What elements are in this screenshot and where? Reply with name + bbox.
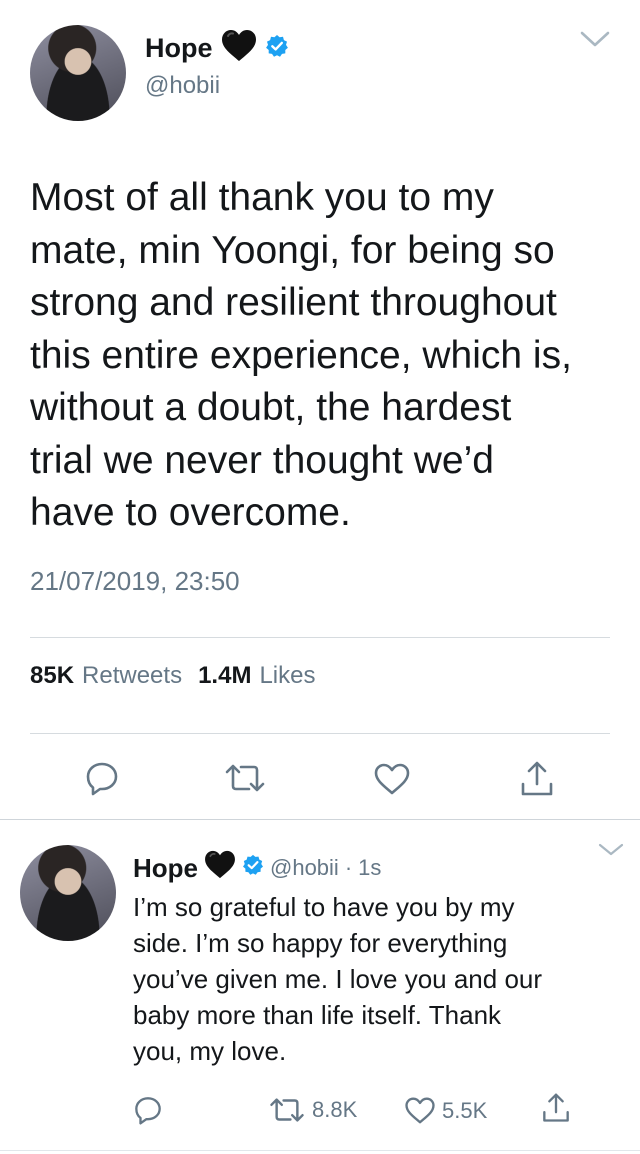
main-tweet-timestamp: 21/07/2019, 23:50	[30, 566, 240, 596]
divider	[30, 637, 610, 638]
likes-count[interactable]: 1.4M	[198, 662, 251, 690]
like-count: 5.5K	[442, 1097, 488, 1123]
divider	[30, 733, 610, 734]
verified-badge-icon	[265, 34, 289, 63]
main-tweet-text: Most of all thank you to my mate, min Yo…	[30, 176, 572, 534]
reply-tweet-text: I’m so grateful to have you by my side. …	[133, 892, 543, 1066]
divider	[0, 819, 640, 820]
like-icon	[404, 1096, 436, 1125]
black-heart-icon	[221, 29, 257, 67]
reply-tweet-handle[interactable]: @hobii	[270, 855, 339, 881]
reply-tweet-time: 1s	[358, 855, 382, 880]
reply-tweet-avatar[interactable]	[20, 845, 116, 941]
divider	[0, 1150, 640, 1151]
main-tweet-display-name[interactable]: Hope	[145, 33, 213, 64]
chevron-down-icon[interactable]	[598, 843, 624, 857]
main-tweet-header: Hope	[145, 28, 289, 68]
main-tweet-handle[interactable]: @hobii	[145, 72, 220, 100]
like-icon[interactable]	[373, 762, 411, 796]
reply-tweet-header: Hope @hobii · 1s	[133, 850, 381, 886]
chevron-down-icon[interactable]	[580, 30, 610, 48]
retweet-icon	[268, 1096, 306, 1124]
reply-icon[interactable]	[84, 760, 120, 796]
retweet-action[interactable]: 8.8K	[268, 1096, 357, 1124]
like-action[interactable]: 5.5K	[404, 1096, 487, 1125]
retweet-count: 8.8K	[312, 1097, 358, 1122]
retweets-label[interactable]: Retweets	[82, 662, 182, 690]
retweets-count[interactable]: 85K	[30, 662, 74, 690]
likes-label[interactable]: Likes	[259, 662, 315, 690]
share-icon[interactable]	[519, 760, 555, 798]
reply-icon[interactable]	[133, 1095, 163, 1125]
tweet-stats: 85K Retweets 1.4M Likes	[30, 662, 323, 690]
share-icon[interactable]	[541, 1092, 571, 1124]
verified-badge-icon	[242, 854, 264, 883]
meta-separator: ·	[344, 855, 353, 880]
main-tweet-avatar[interactable]	[30, 25, 126, 121]
retweet-icon[interactable]	[223, 762, 267, 794]
black-heart-icon	[204, 850, 236, 886]
reply-tweet-display-name[interactable]: Hope	[133, 853, 198, 884]
